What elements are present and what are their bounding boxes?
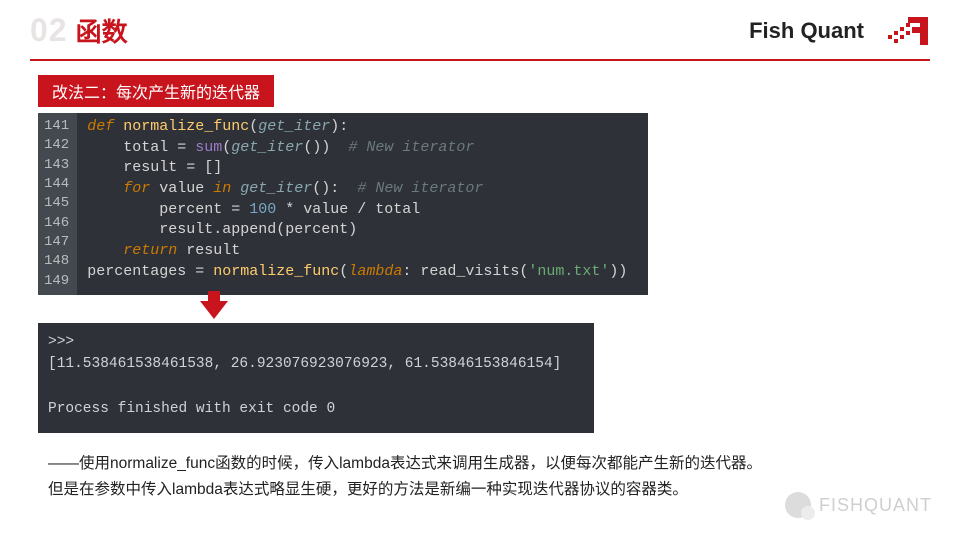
- watermark: FISHQUANT: [785, 492, 932, 518]
- slide-title: 函数: [76, 12, 128, 49]
- output-line: >>>: [48, 334, 74, 350]
- brand-text: Fish Quant: [749, 18, 864, 44]
- arrow-icon: [200, 301, 960, 319]
- watermark-text: FISHQUANT: [819, 495, 932, 516]
- explanation-text: ——使用normalize_func函数的时候，传入lambda表达式来调用生成…: [48, 451, 912, 504]
- explain-line: ——使用normalize_func函数的时候，传入lambda表达式来调用生成…: [48, 451, 912, 477]
- section-label: 改法二：每次产生新的迭代器: [38, 75, 274, 107]
- slide-number: 02: [30, 12, 68, 49]
- header-divider: [30, 59, 930, 61]
- brand-area: Fish Quant: [749, 13, 930, 49]
- output-line: Process finished with exit code 0: [48, 401, 335, 417]
- output-block: >>> [11.538461538461538, 26.923076923076…: [38, 323, 594, 433]
- line-gutter: 141142143144145146147148149: [38, 113, 77, 295]
- code-content: def normalize_func(get_iter): total = su…: [77, 113, 637, 295]
- explain-line: 但是在参数中传入lambda表达式略显生硬，更好的方法是新编一种实现迭代器协议的…: [48, 477, 912, 503]
- output-line: [11.538461538461538, 26.923076923076923,…: [48, 356, 561, 372]
- slide-header: 02 函数 Fish Quant: [0, 0, 960, 55]
- wechat-icon: [785, 492, 811, 518]
- code-block: 141142143144145146147148149 def normaliz…: [38, 113, 648, 295]
- brand-logo-icon: [882, 13, 930, 49]
